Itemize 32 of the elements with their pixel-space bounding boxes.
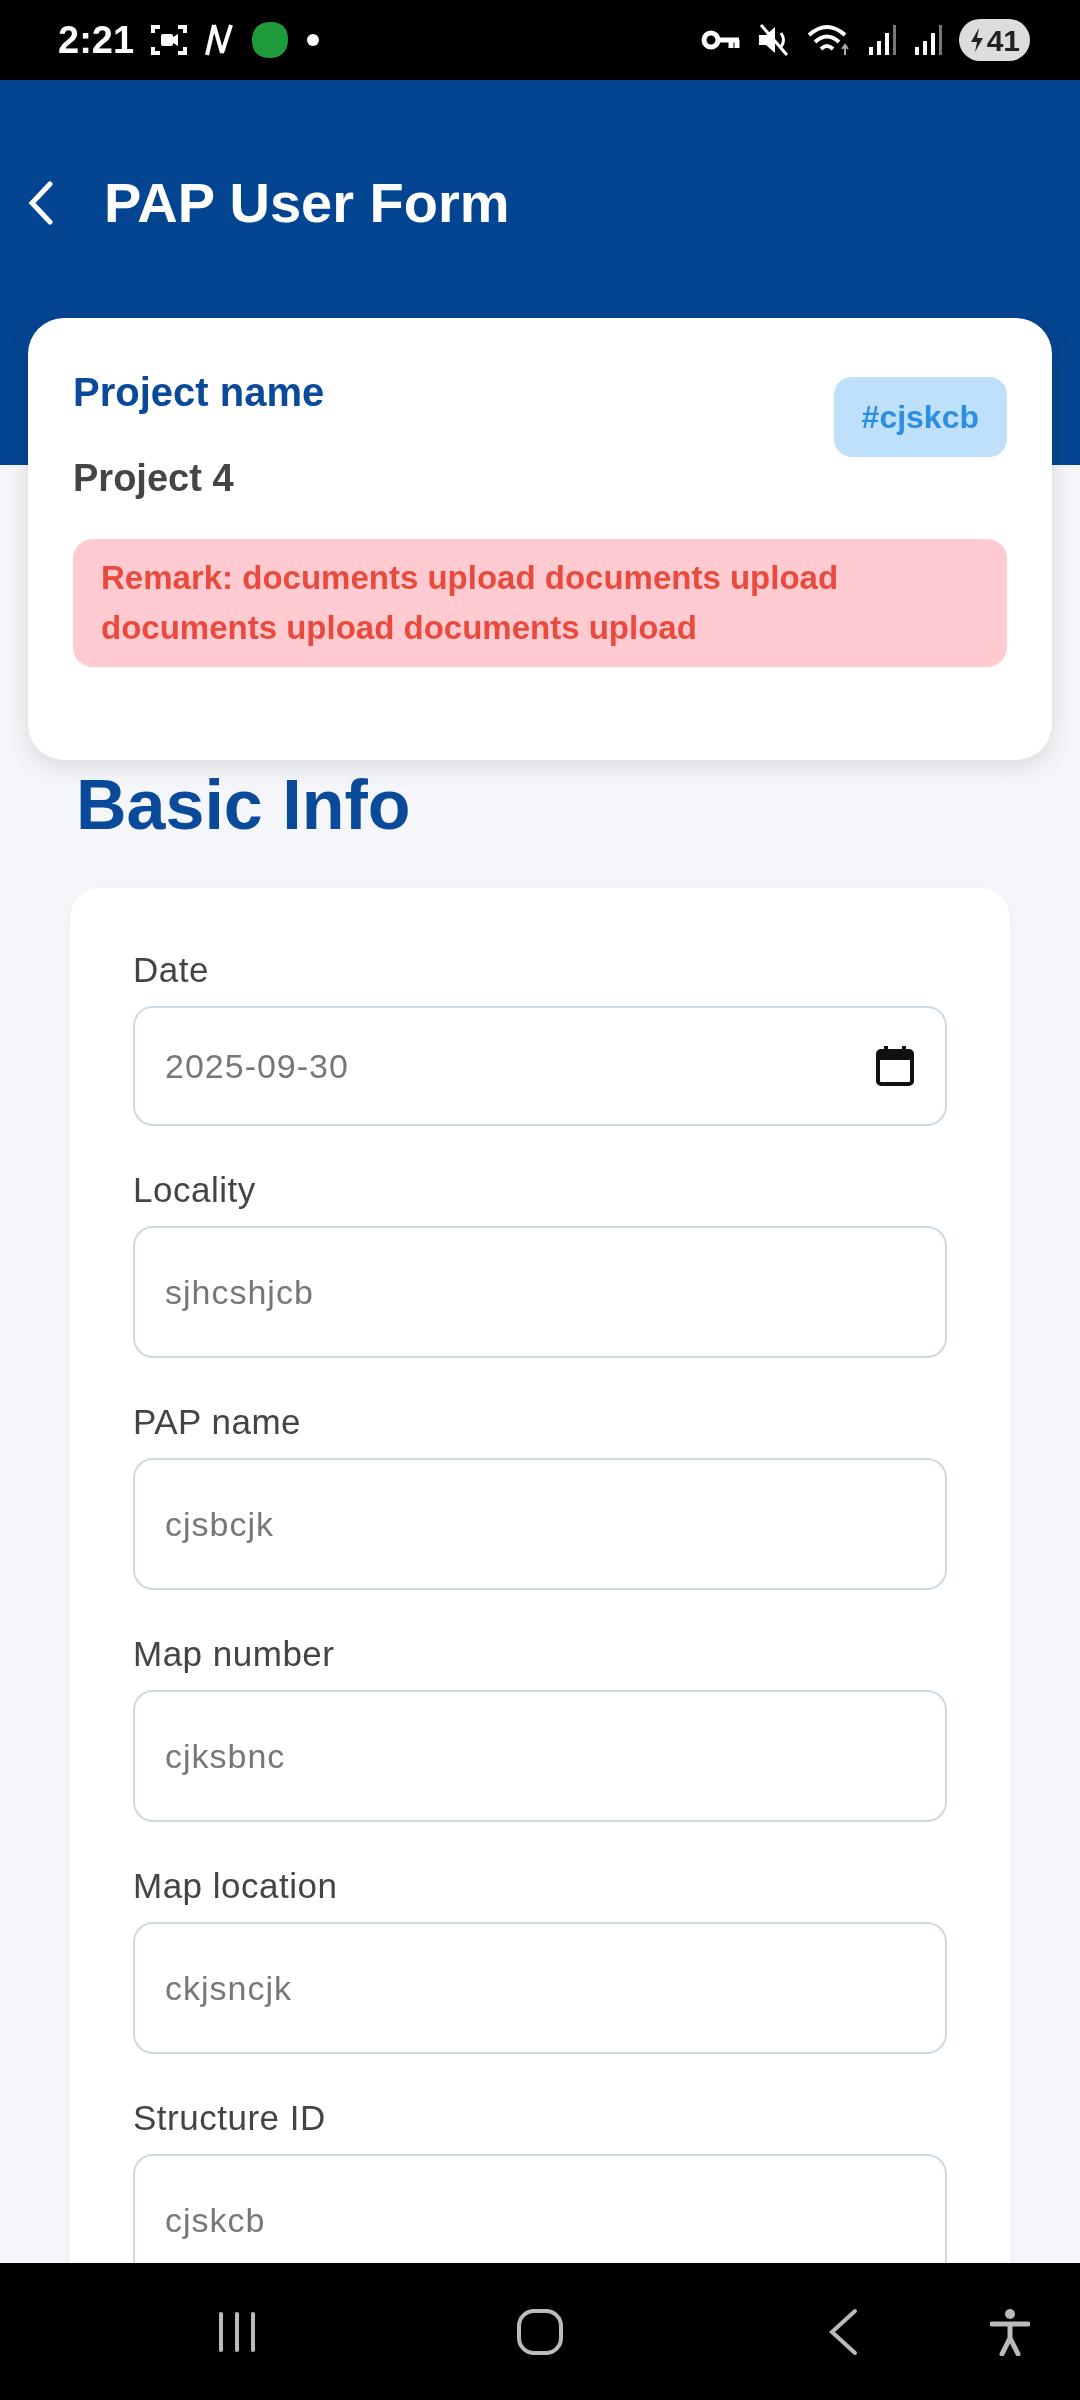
input-field[interactable]: cjsbcjk <box>133 1458 947 1590</box>
status-time: 2:21 <box>58 17 135 63</box>
field-label: Date <box>133 949 210 991</box>
project-tag: #cjskcb <box>833 377 1007 457</box>
calendar-icon[interactable] <box>875 1045 915 1087</box>
accessibility-icon[interactable] <box>990 2307 1030 2356</box>
input-field[interactable]: cjksbnc <box>133 1690 947 1822</box>
field-label: PAP name <box>133 1401 303 1443</box>
date-field[interactable]: 2025-09-30 <box>133 1006 947 1126</box>
project-name: Project 4 <box>73 456 235 501</box>
signal-icon <box>912 23 943 57</box>
screen-record-icon <box>150 23 189 57</box>
home-icon[interactable] <box>516 2307 564 2356</box>
field-label: Structure ID <box>133 2097 327 2139</box>
input-field[interactable]: cjskcb <box>133 2154 947 2263</box>
signal-icon <box>866 23 897 57</box>
dot-icon <box>306 33 321 47</box>
input-field[interactable]: sjhcshjcb <box>133 1226 947 1358</box>
battery-indicator: 41 <box>958 19 1030 61</box>
input-field[interactable]: ckjsncjk <box>133 1922 947 2054</box>
page-title: PAP User Form <box>104 169 510 236</box>
field-label: Map location <box>133 1865 339 1907</box>
field-label: Map number <box>133 1633 336 1675</box>
back-icon[interactable] <box>828 2307 858 2356</box>
wifi-icon <box>806 23 851 57</box>
section-title: Basic Info <box>76 765 412 845</box>
field-label: Locality <box>133 1169 257 1211</box>
key-icon <box>700 28 741 52</box>
project-label: Project name <box>73 369 325 416</box>
mute-icon <box>756 23 791 57</box>
remark-text: Remark: documents upload documents upload documents upload documents upload <box>73 539 1007 667</box>
n-logo-icon <box>204 23 235 57</box>
